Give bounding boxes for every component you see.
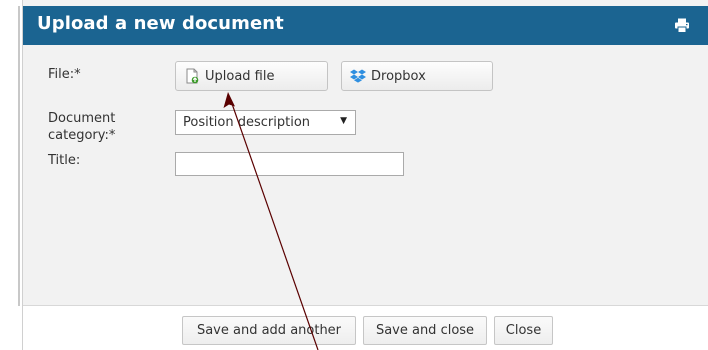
dialog-title: Upload a new document	[37, 13, 284, 34]
print-icon[interactable]	[674, 18, 690, 33]
document-category-select[interactable]: Position description ▼	[175, 110, 356, 135]
chevron-down-icon: ▼	[340, 116, 347, 126]
dialog-footer: Save and add another Save and close Clos…	[23, 305, 708, 350]
title-input[interactable]	[175, 152, 404, 176]
save-and-add-another-button[interactable]: Save and add another	[182, 316, 356, 345]
save-and-close-button[interactable]: Save and close	[363, 316, 487, 345]
title-label: Title:	[48, 153, 81, 168]
category-label-line1: Document	[48, 111, 116, 126]
category-selected-value: Position description	[183, 115, 311, 130]
close-button[interactable]: Close	[494, 316, 553, 345]
upload-file-icon	[186, 68, 199, 84]
dialog-titlebar: Upload a new document	[23, 6, 708, 45]
category-label-line2: category:*	[48, 128, 116, 143]
upload-document-dialog: Upload a new document File:* Upload file…	[22, 0, 708, 350]
dropbox-icon	[350, 69, 366, 83]
file-label: File:*	[48, 67, 81, 82]
dropbox-button[interactable]: Dropbox	[341, 61, 493, 91]
upload-file-label: Upload file	[205, 68, 275, 84]
page-left-edge	[0, 0, 22, 350]
upload-file-button[interactable]: Upload file	[175, 61, 328, 91]
dropbox-label: Dropbox	[371, 68, 426, 84]
